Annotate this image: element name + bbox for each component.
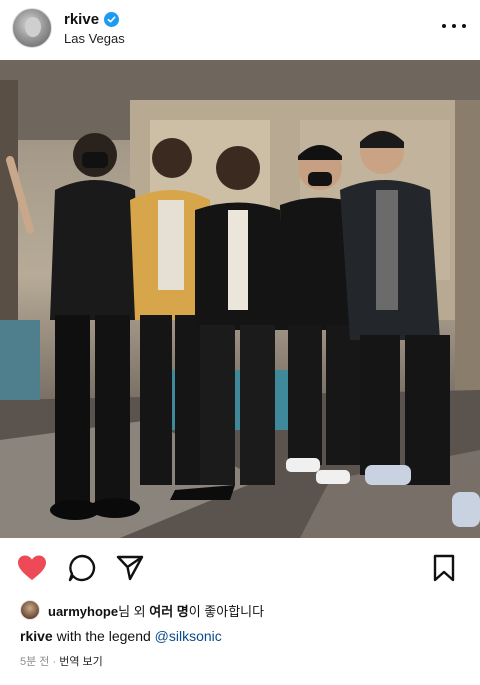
profile-avatar[interactable] (12, 8, 52, 48)
save-button[interactable] (428, 552, 460, 584)
likes-text-part: 님 외 (118, 603, 150, 619)
caption-mention-link[interactable]: @silksonic (155, 628, 222, 644)
post-actions (0, 546, 480, 590)
username-row: rkive (64, 11, 120, 28)
share-icon (116, 555, 144, 581)
more-icon[interactable] (442, 18, 466, 34)
group-photo-illustration (0, 60, 480, 538)
comment-icon (68, 554, 96, 582)
likes-text-part: 이 좋아합니다 (188, 603, 265, 619)
caption-text: with the legend (52, 628, 155, 644)
likes-summary[interactable]: uarmyhope님 외 여러 명이 좋아합니다 (20, 600, 264, 620)
translate-link[interactable]: 번역 보기 (59, 656, 103, 668)
liker-name[interactable]: uarmyhope (48, 604, 118, 619)
post-photo[interactable] (0, 60, 480, 538)
meta-separator: · (49, 656, 60, 668)
post-caption: rkive with the legend @silksonic (20, 628, 222, 644)
comment-button[interactable] (66, 552, 98, 584)
share-button[interactable] (114, 552, 146, 584)
post-header: rkive Las Vegas (0, 0, 480, 58)
liker-avatar (20, 600, 40, 620)
post-meta: 5분 전 · 번역 보기 (20, 653, 103, 669)
location-link[interactable]: Las Vegas (64, 31, 125, 46)
post-time: 5분 전 (20, 656, 50, 668)
verified-badge-icon (104, 12, 120, 27)
caption-username[interactable]: rkive (20, 628, 53, 644)
likes-others[interactable]: 여러 명 (149, 604, 189, 619)
like-button[interactable] (16, 552, 48, 584)
heart-icon (18, 555, 46, 580)
bookmark-icon (433, 554, 455, 582)
likes-text: uarmyhope님 외 여러 명이 좋아합니다 (48, 601, 264, 620)
username[interactable]: rkive (64, 11, 99, 28)
